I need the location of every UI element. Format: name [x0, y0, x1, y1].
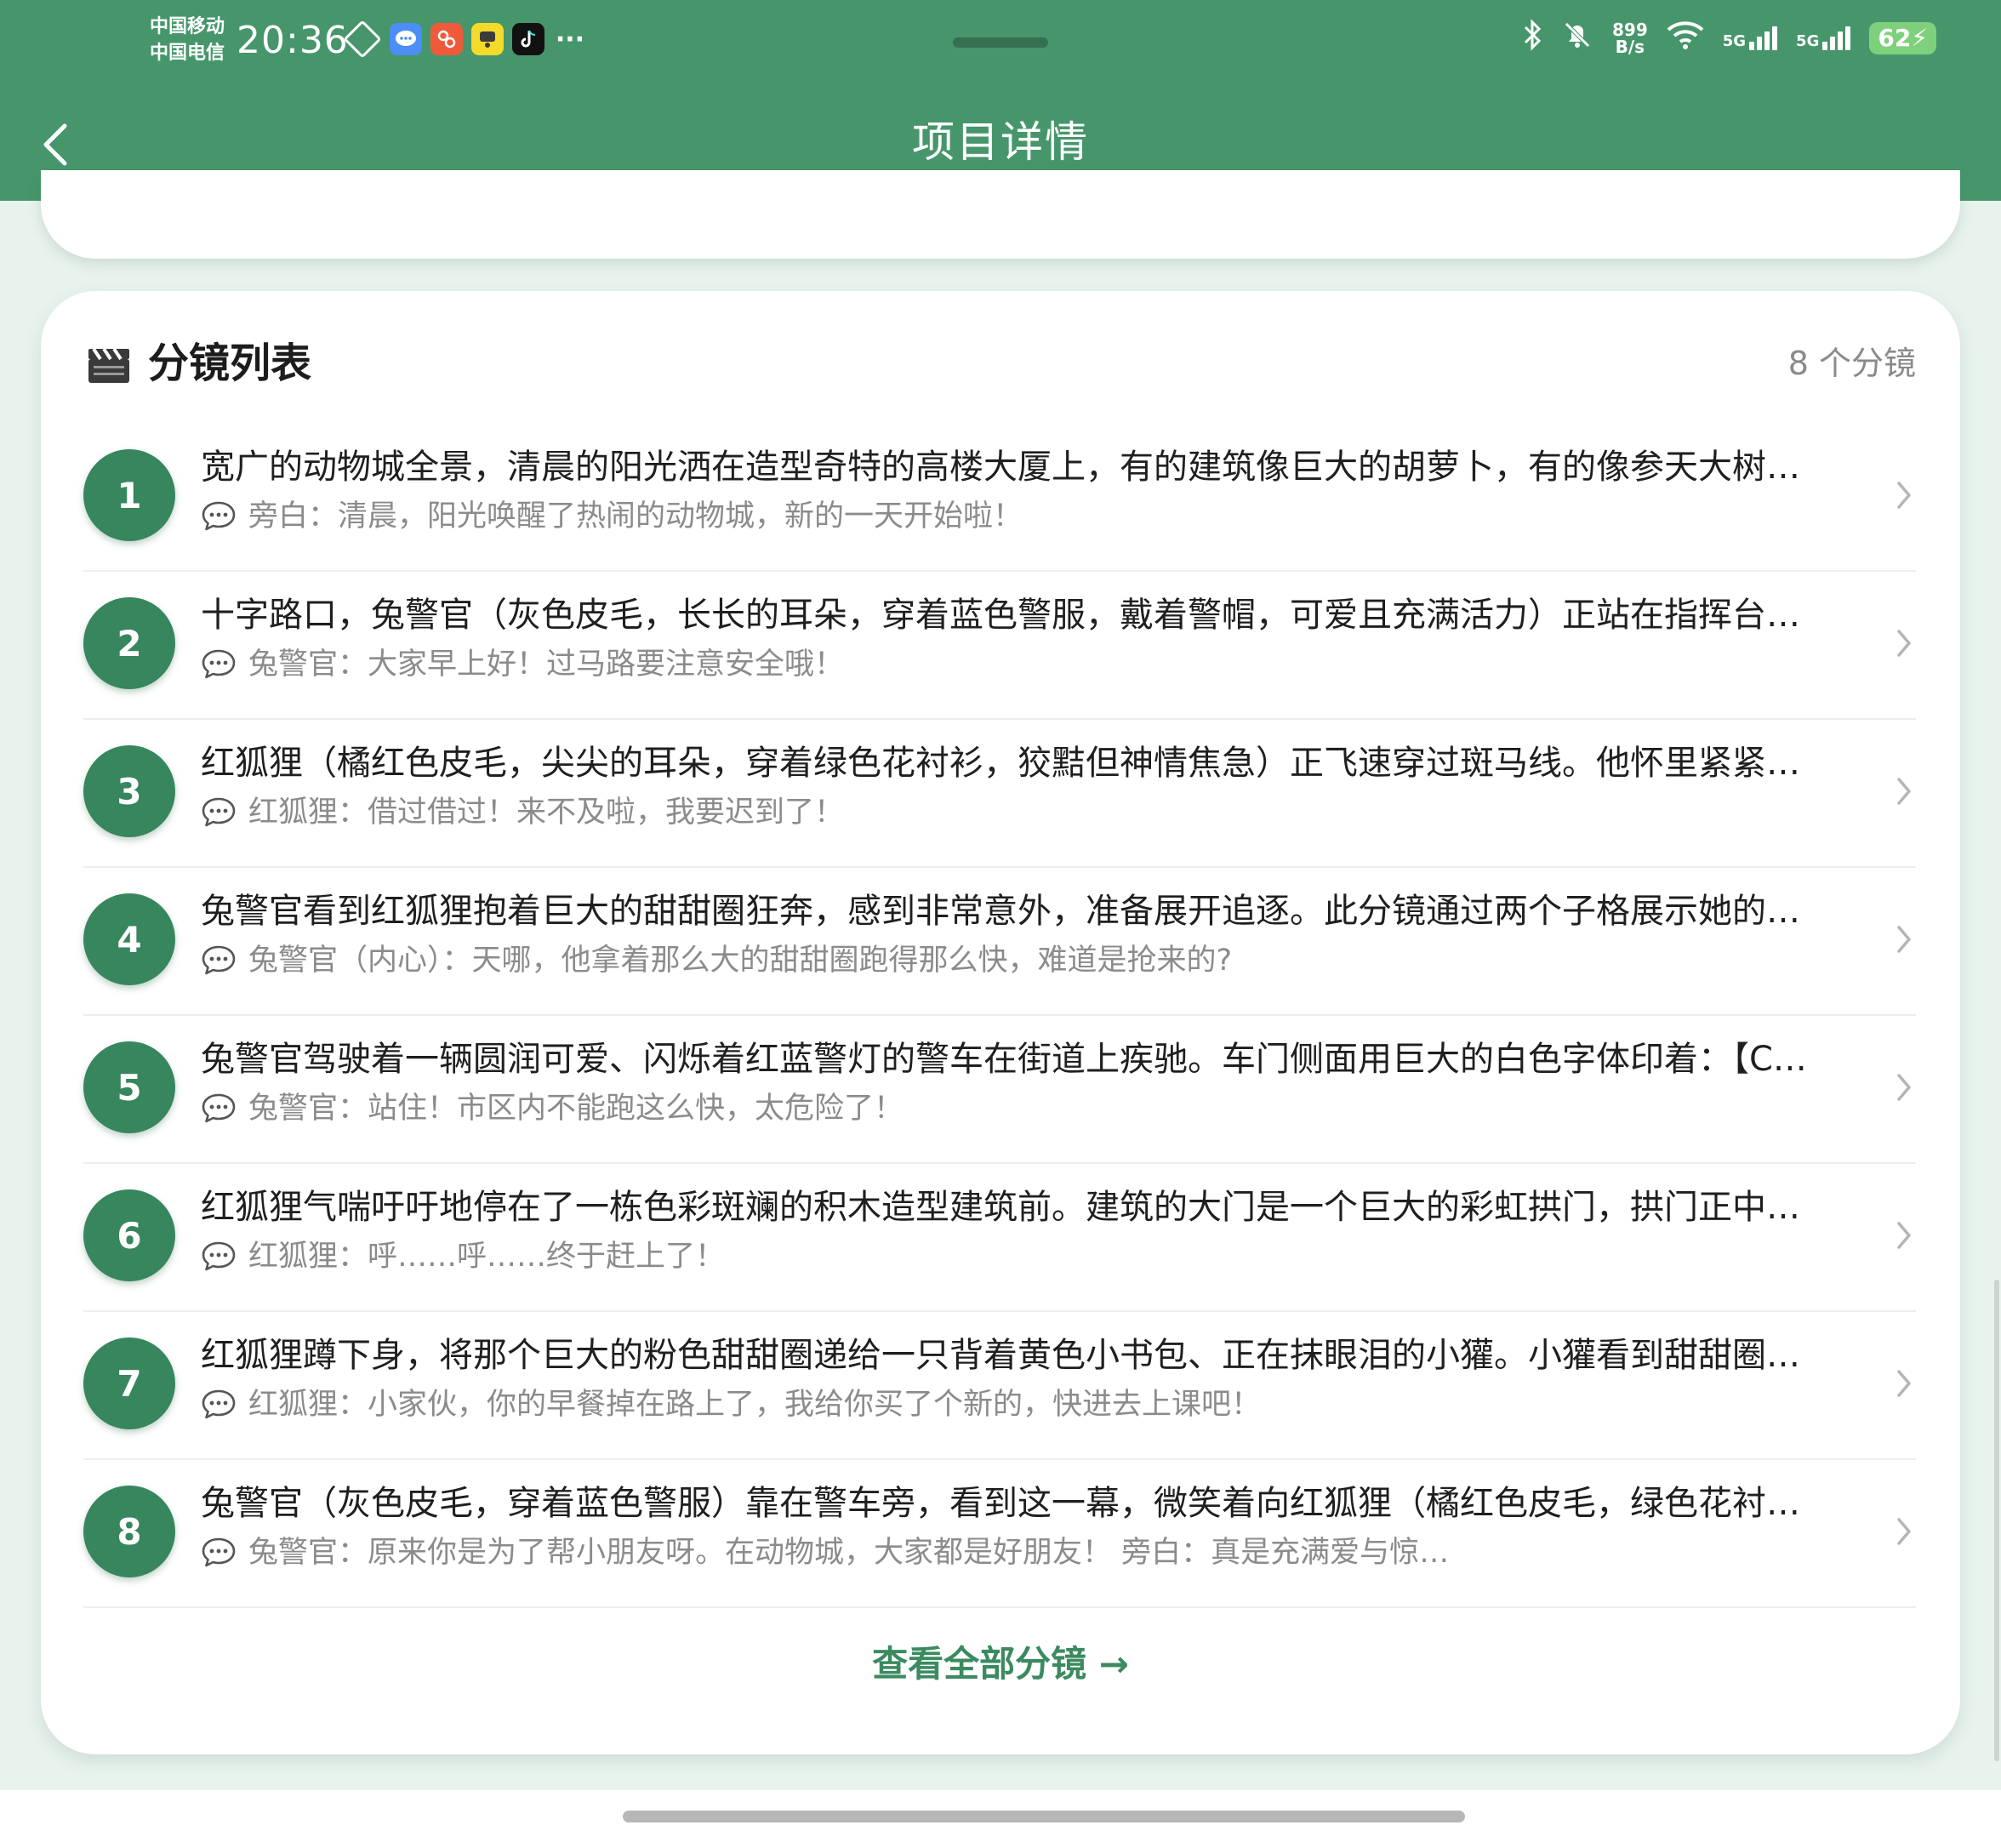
storyboard-row[interactable]: 5 兔警官驾驶着一辆圆润可爱、闪烁着红蓝警灯的警车在街道上疾驰。车门侧面用巨大的…	[83, 1016, 1916, 1164]
status-bar: 中国移动 中国电信 20:36 ··· 899 B/s 5G 5G 62⚡	[0, 0, 2001, 85]
page-title: 项目详情	[912, 117, 1089, 167]
signal-bars-icon	[1749, 26, 1778, 50]
scene-dialogue: 红狐狸：小家伙，你的早餐掉在路上了，我给你买了个新的，快进去上课吧！	[248, 1388, 1262, 1422]
signal-1: 5G	[1722, 26, 1778, 50]
bluetooth-icon	[1522, 19, 1542, 58]
speech-bubble-icon	[202, 501, 236, 531]
storyboard-card: 分镜列表 8 个分镜 1 宽广的动物城全景，清晨的阳光洒在造型奇特的高楼大厦上，…	[41, 291, 1960, 1754]
chevron-right-icon	[1897, 926, 1911, 953]
view-all-storyboards-link[interactable]: 查看全部分镜 →	[41, 1639, 1960, 1690]
speech-bubble-icon	[202, 797, 236, 827]
scene-dialogue: 兔警官：站住！市区内不能跑这么快，太危险了！	[248, 1092, 904, 1126]
chat-icon	[390, 23, 422, 55]
scene-dialogue: 红狐狸：借过借过！来不及啦，我要迟到了！	[248, 796, 845, 830]
speech-bubble-icon	[202, 1389, 236, 1419]
app-red-icon	[430, 23, 463, 55]
signal-2: 5G	[1796, 26, 1851, 50]
carrier-1: 中国移动	[150, 16, 225, 37]
speech-bubble-icon	[202, 1241, 236, 1271]
storyboard-list: 1 宽广的动物城全景，清晨的阳光洒在造型奇特的高楼大厦上，有的建筑像巨大的胡萝卜…	[83, 424, 1916, 1608]
scene-number-badge: 3	[83, 745, 175, 837]
scene-dialogue: 兔警官：大家早上好！过马路要注意安全哦！	[248, 647, 845, 682]
scene-description: 十字路口，兔警官（灰色皮毛，长长的耳朵，穿着蓝色警服，戴着警帽，可爱且充满活力）…	[201, 596, 1800, 635]
scene-dialogue: 旁白：清晨，阳光唤醒了热闹的动物城，新的一天开始啦！	[248, 499, 1023, 533]
wifi-icon	[1667, 20, 1704, 57]
scene-number-badge: 2	[83, 597, 175, 689]
chevron-right-icon	[1897, 1370, 1911, 1397]
scene-dialogue-line: 红狐狸：借过借过！来不及啦，我要迟到了！	[201, 791, 1843, 834]
scene-dialogue-line: 旁白：清晨，阳光唤醒了热闹的动物城，新的一天开始啦！	[201, 495, 1843, 538]
storyboard-row[interactable]: 3 红狐狸（橘红色皮毛，尖尖的耳朵，穿着绿色花衬衫，狡黠但神情焦急）正飞速穿过斑…	[83, 720, 1916, 868]
scene-number-badge: 4	[83, 893, 175, 985]
storyboard-row[interactable]: 8 兔警官（灰色皮毛，穿着蓝色警服）靠在警车旁，看到这一幕，微笑着向红狐狸（橘红…	[83, 1460, 1916, 1608]
diamond-icon	[343, 20, 382, 59]
mute-bell-icon	[1561, 19, 1593, 58]
scene-number-badge: 5	[83, 1041, 175, 1133]
scene-dialogue-line: 红狐狸：呼……呼……终于赶上了！	[201, 1235, 1843, 1278]
clapperboard-icon	[88, 347, 129, 383]
scene-description: 兔警官看到红狐狸抱着巨大的甜甜圈狂奔，感到非常意外，准备展开追逐。此分镜通过两个…	[201, 892, 1800, 931]
storyboard-count: 8 个分镜	[1787, 345, 1916, 382]
chevron-right-icon	[1897, 1222, 1911, 1249]
system-icons: 899 B/s 5G 5G 62⚡	[1522, 19, 1936, 58]
tiktok-icon	[512, 23, 544, 55]
speech-bubble-icon	[202, 1093, 236, 1123]
chevron-right-icon	[1897, 1074, 1911, 1101]
scene-description: 兔警官驾驶着一辆圆润可爱、闪烁着红蓝警灯的警车在街道上疾驰。车门侧面用巨大的白色…	[201, 1040, 1807, 1079]
drag-pill[interactable]	[953, 37, 1048, 48]
storyboard-row[interactable]: 7 红狐狸蹲下身，将那个巨大的粉色甜甜圈递给一只背着黄色小书包、正在抹眼泪的小獾…	[83, 1312, 1916, 1460]
chevron-right-icon	[1897, 1518, 1911, 1545]
storyboard-row[interactable]: 2 十字路口，兔警官（灰色皮毛，长长的耳朵，穿着蓝色警服，戴着警帽，可爱且充满活…	[83, 572, 1916, 720]
scene-number-badge: 7	[83, 1338, 175, 1429]
scene-dialogue-line: 兔警官：原来你是为了帮小朋友呀。在动物城，大家都是好朋友！ 旁白：真是充满爱与惊…	[201, 1531, 1843, 1574]
scene-dialogue-line: 兔警官：站住！市区内不能跑这么快，太危险了！	[201, 1087, 1843, 1130]
app-yellow-icon	[471, 23, 504, 55]
network-speed: 899 B/s	[1612, 21, 1648, 55]
signal-bars-icon	[1822, 26, 1851, 50]
scene-dialogue: 红狐狸：呼……呼……终于赶上了！	[248, 1240, 726, 1274]
scene-dialogue-line: 红狐狸：小家伙，你的早餐掉在路上了，我给你买了个新的，快进去上课吧！	[201, 1383, 1843, 1426]
storyboard-header: 分镜列表 8 个分镜	[87, 334, 1916, 393]
previous-card	[41, 170, 1960, 259]
chevron-right-icon	[1897, 778, 1911, 805]
scene-dialogue-line: 兔警官：大家早上好！过马路要注意安全哦！	[201, 643, 1843, 686]
chevron-right-icon	[1897, 630, 1911, 657]
signal-1-label: 5G	[1722, 32, 1747, 50]
battery-level: 62	[1878, 24, 1912, 52]
storyboard-row[interactable]: 6 红狐狸气喘吁吁地停在了一栋色彩斑斓的积木造型建筑前。建筑的大门是一个巨大的彩…	[83, 1164, 1916, 1312]
scene-description: 兔警官（灰色皮毛，穿着蓝色警服）靠在警车旁，看到这一幕，微笑着向红狐狸（橘红色皮…	[201, 1484, 1800, 1523]
net-speed-value: 899	[1611, 20, 1648, 40]
scene-number-badge: 1	[83, 449, 175, 541]
speech-bubble-icon	[202, 649, 236, 679]
home-indicator[interactable]	[623, 1811, 1465, 1822]
signal-2-label: 5G	[1796, 32, 1820, 50]
carrier-labels: 中国移动 中国电信	[150, 14, 225, 66]
scene-description: 红狐狸（橘红色皮毛，尖尖的耳朵，穿着绿色花衬衫，狡黠但神情焦急）正飞速穿过斑马线…	[201, 744, 1800, 783]
scene-number-badge: 8	[83, 1486, 175, 1577]
clock: 20:36	[237, 19, 349, 62]
scene-dialogue: 兔警官：原来你是为了帮小朋友呀。在动物城，大家都是好朋友！ 旁白：真是充满爱与惊…	[248, 1536, 1450, 1570]
speech-bubble-icon	[202, 1537, 236, 1567]
battery-indicator: 62⚡	[1869, 22, 1936, 54]
scene-dialogue-line: 兔警官（内心）：天哪，他拿着那么大的甜甜圈跑得那么快，难道是抢来的?	[201, 939, 1843, 982]
speech-bubble-icon	[202, 945, 236, 975]
scrollbar[interactable]	[1994, 1280, 1999, 1761]
scene-description: 红狐狸蹲下身，将那个巨大的粉色甜甜圈递给一只背着黄色小书包、正在抹眼泪的小獾。小…	[201, 1336, 1800, 1375]
scene-description: 红狐狸气喘吁吁地停在了一栋色彩斑斓的积木造型建筑前。建筑的大门是一个巨大的彩虹拱…	[201, 1188, 1800, 1227]
carrier-2: 中国电信	[150, 43, 225, 64]
more-icon: ···	[555, 24, 585, 54]
chevron-right-icon	[1897, 482, 1911, 509]
notification-icons: ···	[343, 20, 587, 59]
scene-dialogue: 兔警官（内心）：天哪，他拿着那么大的甜甜圈跑得那么快，难道是抢来的?	[248, 944, 1233, 978]
scene-description: 宽广的动物城全景，清晨的阳光洒在造型奇特的高楼大厦上，有的建筑像巨大的胡萝卜，有…	[201, 448, 1800, 487]
storyboard-row[interactable]: 4 兔警官看到红狐狸抱着巨大的甜甜圈狂奔，感到非常意外，准备展开追逐。此分镜通过…	[83, 868, 1916, 1016]
scene-number-badge: 6	[83, 1189, 175, 1281]
net-speed-unit: B/s	[1615, 37, 1645, 57]
storyboard-row[interactable]: 1 宽广的动物城全景，清晨的阳光洒在造型奇特的高楼大厦上，有的建筑像巨大的胡萝卜…	[83, 424, 1916, 572]
storyboard-title: 分镜列表	[148, 339, 312, 387]
